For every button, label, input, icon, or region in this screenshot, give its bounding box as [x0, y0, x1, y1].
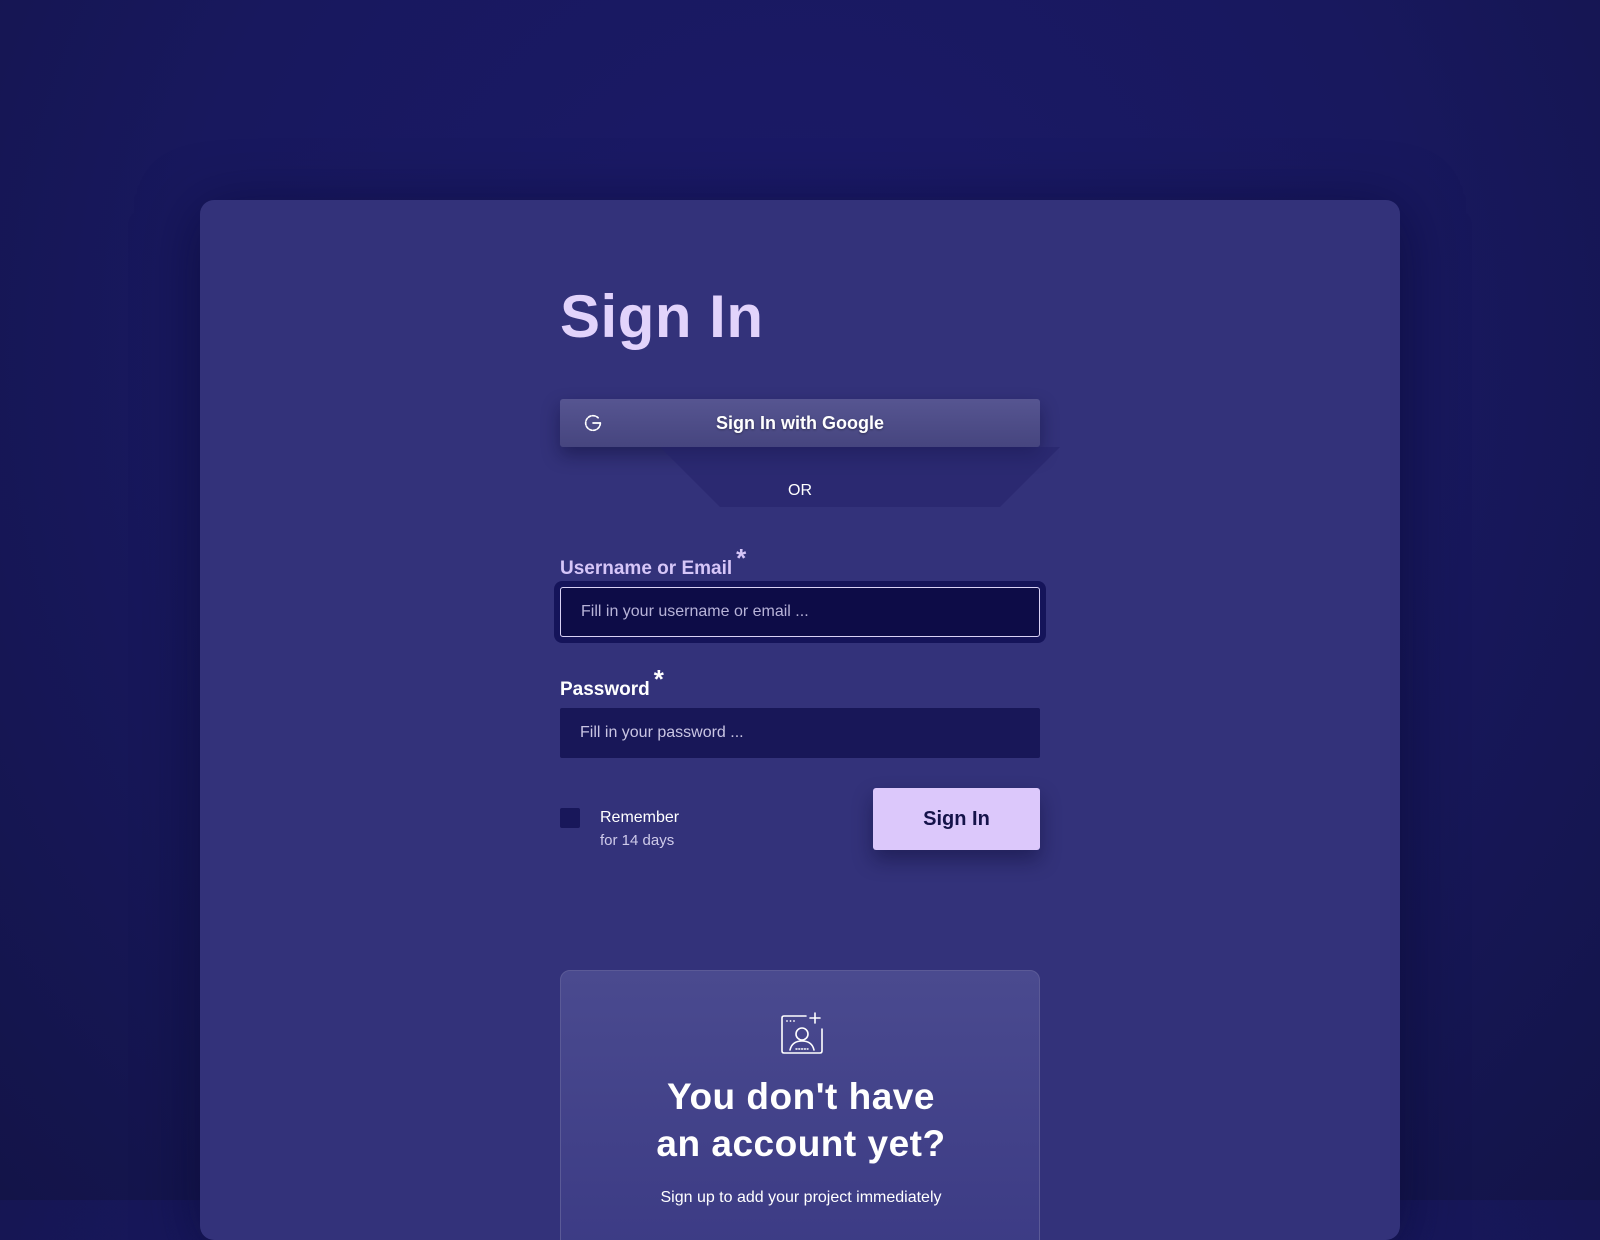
page-title: Sign In [560, 283, 764, 350]
signup-heading: You don't have an account yet? [561, 1073, 1041, 1167]
sign-in-button-label: Sign In [923, 807, 990, 830]
or-divider: OR [788, 482, 812, 499]
signup-heading-line-1: You don't have [667, 1076, 935, 1117]
required-asterisk: * [736, 543, 747, 573]
remember-label: Remember [600, 809, 680, 826]
password-label-text: Password [560, 679, 650, 700]
remember-duration: for 14 days [600, 832, 675, 849]
signup-heading-line-2: an account yet? [656, 1123, 946, 1164]
add-user-icon [781, 1012, 823, 1054]
password-label: Password * [560, 664, 664, 702]
remember-checkbox[interactable] [560, 808, 580, 828]
google-sign-in-button[interactable]: Sign In with Google [560, 399, 1040, 447]
sign-in-button[interactable]: Sign In [873, 788, 1040, 850]
signup-subtext: Sign up to add your project immediately [660, 1189, 942, 1206]
password-input[interactable] [560, 708, 1040, 758]
google-sign-in-label: Sign In with Google [716, 412, 884, 433]
username-input[interactable] [560, 587, 1040, 637]
username-label: Username or Email * [560, 543, 746, 581]
google-icon [584, 414, 602, 432]
username-label-text: Username or Email [560, 558, 733, 579]
sign-in-card: Sign In Sign In with Google OR Username … [200, 200, 1400, 1240]
required-asterisk: * [653, 664, 664, 694]
